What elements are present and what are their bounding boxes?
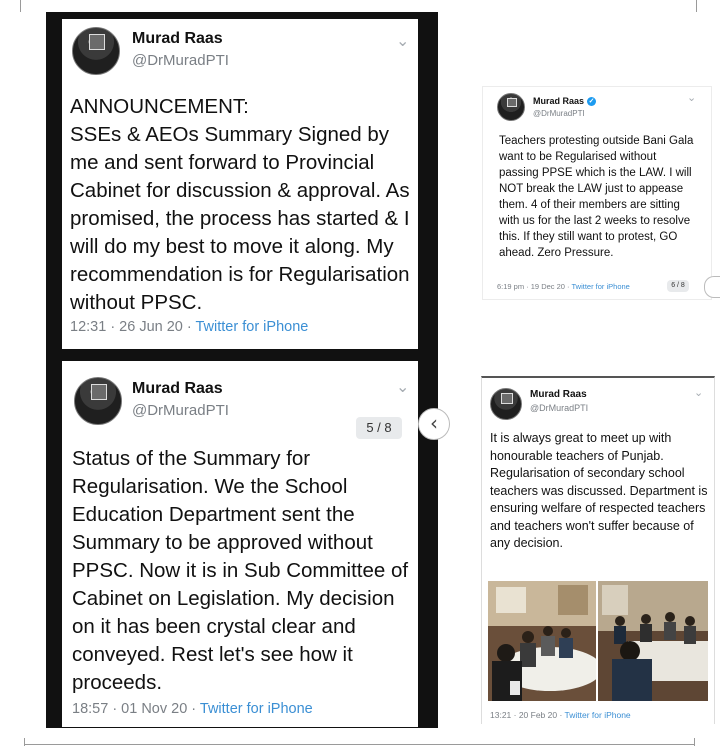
tweet-text: Teachers protesting outside Bani Gala wa… — [499, 135, 694, 259]
author-name[interactable]: Murad Raas — [132, 380, 229, 398]
tweet-timestamp: 12:31 · 26 Jun 20 · — [70, 319, 196, 335]
tweet-card-announcement[interactable]: Murad Raas @DrMuradPTI ⌄ ANNOUNCEMENT: S… — [62, 19, 418, 349]
frame-bottom-left-tick — [24, 738, 25, 746]
tweet-card-status[interactable]: Murad Raas @DrMuradPTI ⌄ 5 / 8 Status of… — [62, 361, 418, 727]
verified-badge-icon: ✓ — [587, 97, 597, 107]
tweet-timestamp: 6:19 pm · 19 Dec 20 · — [497, 282, 572, 291]
tweet-meta: 12:31 · 26 Jun 20 · Twitter for iPhone — [70, 319, 308, 335]
chevron-down-icon[interactable]: ⌄ — [687, 91, 696, 104]
tweet-timestamp: 18:57 · 01 Nov 20 · — [72, 701, 200, 717]
carousel-prev-button[interactable]: ‹ — [418, 408, 450, 440]
avatar[interactable] — [74, 377, 122, 425]
tweet-source-link[interactable]: Twitter for iPhone — [571, 282, 629, 291]
frame-bottom-line — [24, 744, 694, 745]
tweet-text: ANNOUNCEMENT: SSEs & AEOs Summary Signed… — [70, 95, 410, 314]
author-handle[interactable]: @DrMuradPTI — [132, 402, 229, 419]
chevron-down-icon[interactable]: ⌄ — [396, 31, 409, 50]
frame-top-right-tick — [696, 0, 697, 12]
author-handle[interactable]: @DrMuradPTI — [132, 52, 229, 69]
tweet-timestamp: 13:21 · 20 Feb 20 · — [490, 710, 565, 720]
chevron-down-icon[interactable]: ⌄ — [396, 377, 409, 396]
tweet-photo-1[interactable] — [488, 581, 596, 701]
tweet-text: Status of the Summary for Regularisation… — [72, 447, 409, 694]
author-handle[interactable]: @DrMuradPTI — [530, 403, 588, 413]
carousel-next-button[interactable] — [704, 276, 720, 298]
tweet-meta: 18:57 · 01 Nov 20 · Twitter for iPhone — [72, 701, 313, 717]
author-handle[interactable]: @DrMuradPTI — [533, 109, 596, 118]
avatar[interactable] — [72, 27, 120, 75]
tweet-text: It is always great to meet up with honou… — [490, 431, 708, 550]
avatar[interactable] — [490, 388, 522, 420]
chevron-down-icon[interactable]: ⌄ — [694, 386, 703, 399]
tweet-source-link[interactable]: Twitter for iPhone — [565, 710, 631, 720]
avatar[interactable] — [497, 93, 525, 121]
tweet-meta: 13:21 · 20 Feb 20 · Twitter for iPhone — [490, 710, 631, 720]
tweet-photo-2[interactable] — [598, 581, 708, 701]
page-counter-badge: 5 / 8 — [356, 417, 402, 439]
tweet-source-link[interactable]: Twitter for iPhone — [200, 701, 313, 717]
author-name[interactable]: Murad Raas — [530, 389, 588, 400]
frame-top-left-tick — [20, 0, 21, 12]
tweet-card-meeting[interactable]: Murad Raas @DrMuradPTI ⌄ It is always gr… — [481, 376, 715, 724]
page-counter-badge: 6 / 8 — [667, 280, 689, 292]
author-name[interactable]: Murad Raas — [132, 30, 229, 48]
tweet-source-link[interactable]: Twitter for iPhone — [196, 319, 309, 335]
frame-bottom-right-tick — [694, 738, 695, 746]
tweet-card-protest[interactable]: Murad Raas ✓ @DrMuradPTI ⌄ Teachers prote… — [482, 86, 712, 300]
author-name[interactable]: Murad Raas ✓ — [533, 96, 597, 107]
tweet-meta: 6:19 pm · 19 Dec 20 · Twitter for iPhone — [497, 282, 630, 291]
